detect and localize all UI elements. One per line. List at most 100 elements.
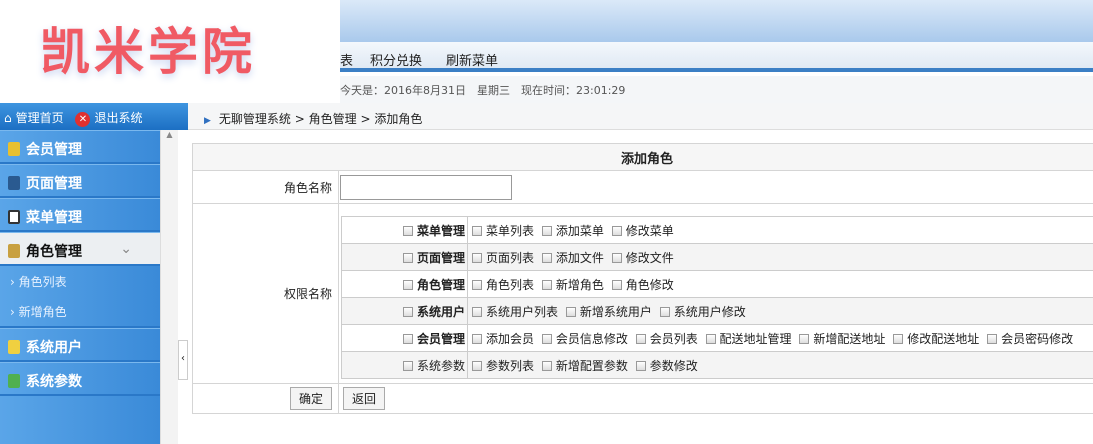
permission-checkbox[interactable] — [541, 279, 552, 290]
permission-label: 系统用户修改 — [673, 304, 746, 319]
permission-items: 菜单列表 添加菜单 修改菜单 — [467, 216, 1093, 244]
top-banner — [340, 0, 1093, 42]
document-icon — [8, 210, 20, 224]
user-icon — [8, 142, 20, 156]
permission-label: 角色列表 — [486, 277, 535, 292]
chevron-down-icon: ⌄ — [120, 241, 132, 257]
permission-checkbox[interactable] — [611, 279, 622, 290]
role-icon — [8, 244, 20, 258]
permission-checkbox[interactable] — [472, 252, 482, 263]
permission-checkbox[interactable] — [472, 306, 482, 317]
permission-items: 角色列表 新增角色 角色修改 — [467, 270, 1093, 298]
permission-group: 页面管理 — [341, 243, 468, 271]
label: 会员管理 — [26, 142, 82, 158]
permission-row: 菜单管理 菜单列表 添加菜单 修改菜单 — [341, 216, 1093, 244]
logout-link[interactable]: 退出系统 — [94, 111, 142, 125]
add-role-form: 添加角色 角色名称 权限名称 菜单管理 菜单列表 添加菜单 修改菜单 页面管理 页面… — [192, 143, 1093, 414]
group-checkbox[interactable] — [402, 360, 413, 371]
permission-checkbox[interactable] — [611, 225, 622, 236]
permission-checkbox[interactable] — [472, 333, 482, 344]
permission-items: 页面列表 添加文件 修改文件 — [467, 243, 1093, 271]
role-name-label: 角色名称 — [192, 170, 339, 204]
permission-label: 页面列表 — [486, 250, 535, 265]
sidebar-item-roles[interactable]: 角色管理 ⌄ — [0, 232, 160, 266]
label: 系统参数 — [26, 374, 82, 390]
breadcrumb-item[interactable]: 角色管理 — [309, 112, 357, 126]
permission-label: 新增配送地址 — [813, 331, 886, 346]
group-checkbox[interactable] — [402, 333, 413, 344]
permission-label: 新增角色 — [555, 277, 604, 292]
caret-right-icon: ▶ — [204, 116, 211, 126]
permission-items: 添加会员 会员信息修改 会员列表 配送地址管理 新增配送地址 修改配送地址 会员… — [467, 324, 1093, 352]
nav-item-points[interactable]: 积分兑换 — [370, 50, 422, 69]
permission-checkbox[interactable] — [541, 333, 552, 344]
permission-label: 修改文件 — [625, 250, 674, 265]
permission-table: 菜单管理 菜单列表 添加菜单 修改菜单 页面管理 页面列表 添加文件 修改文件 角色… — [341, 216, 1093, 379]
permission-label: 菜单列表 — [486, 223, 535, 238]
home-link[interactable]: 管理首页 — [16, 111, 64, 125]
sidebar-item-pages[interactable]: 页面管理 — [0, 164, 160, 198]
label: 系统用户 — [26, 340, 82, 356]
permission-checkbox[interactable] — [472, 360, 482, 371]
label: 新增角色 — [18, 305, 67, 319]
permission-group: 会员管理 — [341, 324, 468, 352]
sidebar-item-params[interactable]: 系统参数 — [0, 362, 160, 396]
group-checkbox[interactable] — [402, 279, 413, 290]
permission-label: 添加会员 — [486, 331, 535, 346]
permission-checkbox[interactable] — [541, 225, 552, 236]
permission-row: 会员管理 添加会员 会员信息修改 会员列表 配送地址管理 新增配送地址 修改配送地… — [341, 324, 1093, 352]
group-checkbox[interactable] — [402, 225, 413, 236]
permission-items: 参数列表 新增配置参数 参数修改 — [467, 351, 1093, 379]
permission-checkbox[interactable] — [472, 225, 482, 236]
permission-label: 添加菜单 — [555, 223, 604, 238]
label: 角色管理 — [26, 244, 82, 260]
breadcrumb: ▶ 无聊管理系统 > 角色管理 > 添加角色 — [188, 103, 1093, 130]
permission-row: 角色管理 角色列表 新增角色 角色修改 — [341, 270, 1093, 298]
list-icon — [8, 176, 20, 190]
back-button[interactable]: 返回 — [343, 387, 386, 410]
logo: 凯米学院 — [0, 0, 340, 103]
permission-checkbox[interactable] — [635, 360, 646, 371]
permission-checkbox[interactable] — [799, 333, 810, 344]
permission-checkbox[interactable] — [541, 252, 552, 263]
permission-label: 参数列表 — [486, 358, 535, 373]
permission-checkbox[interactable] — [472, 279, 482, 290]
permission-checkbox[interactable] — [635, 333, 646, 344]
group-label: 会员管理 — [416, 331, 465, 346]
settings-icon — [8, 374, 20, 388]
sidebar-sub-add-role[interactable]: › 新增角色 — [0, 296, 160, 328]
group-checkbox[interactable] — [402, 252, 413, 263]
permission-label: 系统用户列表 — [486, 304, 559, 319]
permission-checkbox[interactable] — [659, 306, 670, 317]
role-name-input[interactable] — [340, 174, 512, 200]
sidebar-item-members[interactable]: 会员管理 — [0, 130, 160, 164]
permission-group: 菜单管理 — [341, 216, 468, 244]
permission-row: 页面管理 页面列表 添加文件 修改文件 — [341, 243, 1093, 271]
permission-label: 新增系统用户 — [579, 304, 652, 319]
label: 角色列表 — [18, 275, 67, 289]
date-time: 今天是：2016年8月31日 星期三 现在时间：23:01:29 — [340, 76, 1093, 103]
permission-checkbox[interactable] — [541, 360, 552, 371]
permission-checkbox[interactable] — [565, 306, 576, 317]
scroll-up-icon[interactable]: ▲ — [161, 130, 178, 139]
permission-row: 系统参数 参数列表 新增配置参数 参数修改 — [341, 351, 1093, 379]
nav-item[interactable]: 表 — [340, 50, 353, 69]
nav-item-refresh[interactable]: 刷新菜单 — [446, 50, 498, 69]
permission-checkbox[interactable] — [893, 333, 904, 344]
sidebar-scrollbar[interactable]: ▲ — [160, 130, 178, 444]
group-label: 页面管理 — [416, 250, 465, 265]
sidebar-item-sysusers[interactable]: 系统用户 — [0, 328, 160, 362]
permission-group: 角色管理 — [341, 270, 468, 298]
permission-label: 会员列表 — [649, 331, 698, 346]
collapse-sidebar-button[interactable]: ‹ — [178, 340, 188, 380]
permission-checkbox[interactable] — [987, 333, 998, 344]
sidebar-item-menus[interactable]: 菜单管理 — [0, 198, 160, 232]
confirm-button[interactable]: 确定 — [289, 387, 332, 410]
group-checkbox[interactable] — [402, 306, 413, 317]
breadcrumb-item[interactable]: 无聊管理系统 — [219, 112, 291, 126]
permission-checkbox[interactable] — [611, 252, 622, 263]
label: 菜单管理 — [26, 210, 82, 226]
sidebar-sub-role-list[interactable]: › 角色列表 — [0, 266, 160, 296]
permission-checkbox[interactable] — [705, 333, 716, 344]
left-header: ⌂ 管理首页 ✕ 退出系统 — [0, 103, 188, 130]
